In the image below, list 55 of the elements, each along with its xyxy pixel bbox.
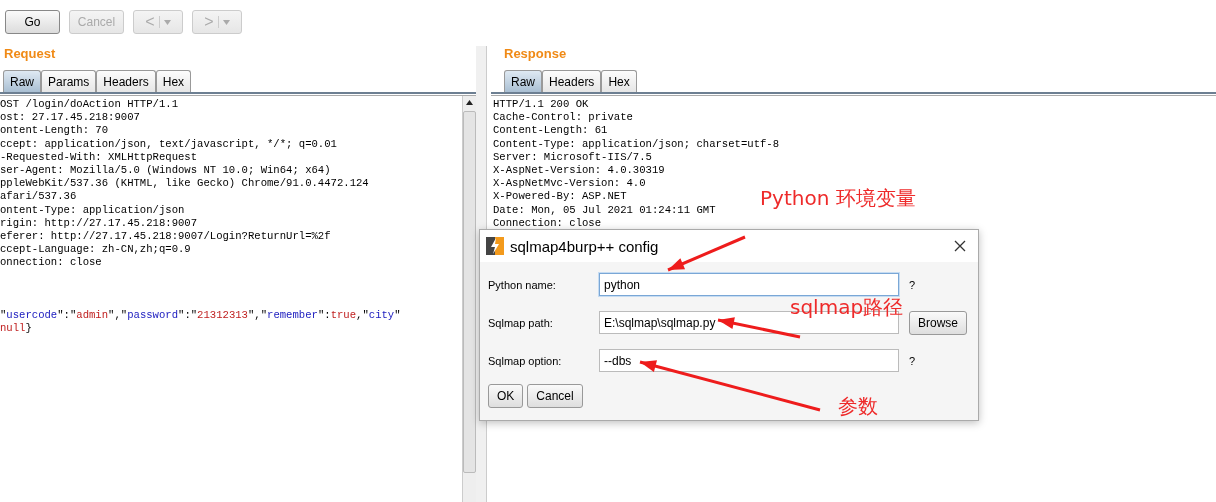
code-line: ontent-Length: 70	[0, 124, 109, 138]
annotation-text: 参数	[838, 393, 878, 420]
code-line: X-AspNetMvc-Version: 4.0	[493, 177, 646, 191]
code-line: -Requested-With: XMLHttpRequest	[0, 150, 198, 164]
tab[interactable]: Params	[41, 70, 97, 92]
code-line: Cache-Control: private	[493, 111, 633, 125]
panel-title: Response	[503, 46, 568, 63]
text-field[interactable]: --dbs	[599, 349, 899, 372]
caret-icon	[222, 19, 230, 25]
code-line: rigin: http://27.17.45.218:9007	[0, 216, 198, 230]
help-mark: ?	[909, 278, 916, 291]
close-icon[interactable]	[954, 240, 966, 252]
code-line: ontent-Type: application/json	[0, 203, 185, 217]
tab[interactable]: Raw	[3, 70, 41, 92]
dialog-button[interactable]: OK	[488, 384, 524, 408]
toolbar-button[interactable]: Go	[5, 10, 60, 34]
scroll-up-icon[interactable]	[466, 100, 473, 105]
code-line: Date: Mon, 05 Jul 2021 01:24:11 GMT	[493, 203, 716, 217]
panel-title: Request	[3, 46, 57, 63]
code-line: afari/537.36	[0, 190, 77, 204]
caret-icon	[163, 19, 171, 25]
code-line: Connection: close	[493, 216, 602, 230]
code-line: ser-Agent: Mozilla/5.0 (Windows NT 10.0; Win64; x64)	[0, 163, 331, 178]
code-line: "usercode":"admin","password":"21312313","remember":true,"city"	[0, 309, 401, 323]
code-line: onnection: close	[0, 256, 102, 270]
code-line: ost: 27.17.45.218:9007	[0, 111, 140, 125]
tab[interactable]: Headers	[542, 70, 602, 92]
code-line: eferer: http://27.17.45.218:9007/Login?ReturnUrl=%2f	[0, 229, 331, 244]
code-line: Server: Microsoft-IIS/7.5	[493, 150, 652, 164]
code-line: ppleWebKit/537.36 (KHTML, like Gecko) Chrome/91.0.4472.124	[0, 177, 369, 191]
dialog-button[interactable]: Cancel	[527, 384, 583, 408]
field-label: Python name:	[488, 278, 557, 291]
text-field[interactable]: python	[599, 273, 899, 296]
tab[interactable]: Headers	[96, 70, 156, 92]
code-line: ccept-Language: zh-CN,zh;q=0.9	[0, 243, 191, 257]
annotation-text: Python 环境变量	[760, 185, 916, 212]
field-label: Sqlmap option:	[488, 354, 563, 367]
code-line: OST /login/doAction HTTP/1.1	[0, 98, 178, 112]
dialog-title: sqlmap4burp++ config	[510, 237, 660, 255]
code-line: X-Powered-By: ASP.NET	[493, 190, 627, 204]
code-line: ccept: application/json, text/javascript, */*; q=0.01	[0, 137, 337, 151]
tab[interactable]: Hex	[155, 70, 192, 92]
tab[interactable]: Raw	[504, 70, 542, 92]
code-line: Content-Type: application/json; charset=utf-8	[493, 137, 780, 151]
request-editor[interactable]	[0, 95, 476, 502]
lightning-icon	[486, 237, 504, 255]
code-line: X-AspNet-Version: 4.0.30319	[493, 163, 665, 178]
scrollbar[interactable]	[462, 96, 476, 502]
tab[interactable]: Hex	[601, 70, 637, 92]
code-line: HTTP/1.1 200 OK	[493, 98, 589, 112]
browse-button[interactable]: Browse	[909, 310, 967, 335]
code-line: null}	[0, 322, 32, 336]
field-label: Sqlmap path:	[488, 316, 554, 329]
help-mark: ?	[909, 354, 916, 367]
code-line: Content-Length: 61	[493, 124, 608, 138]
